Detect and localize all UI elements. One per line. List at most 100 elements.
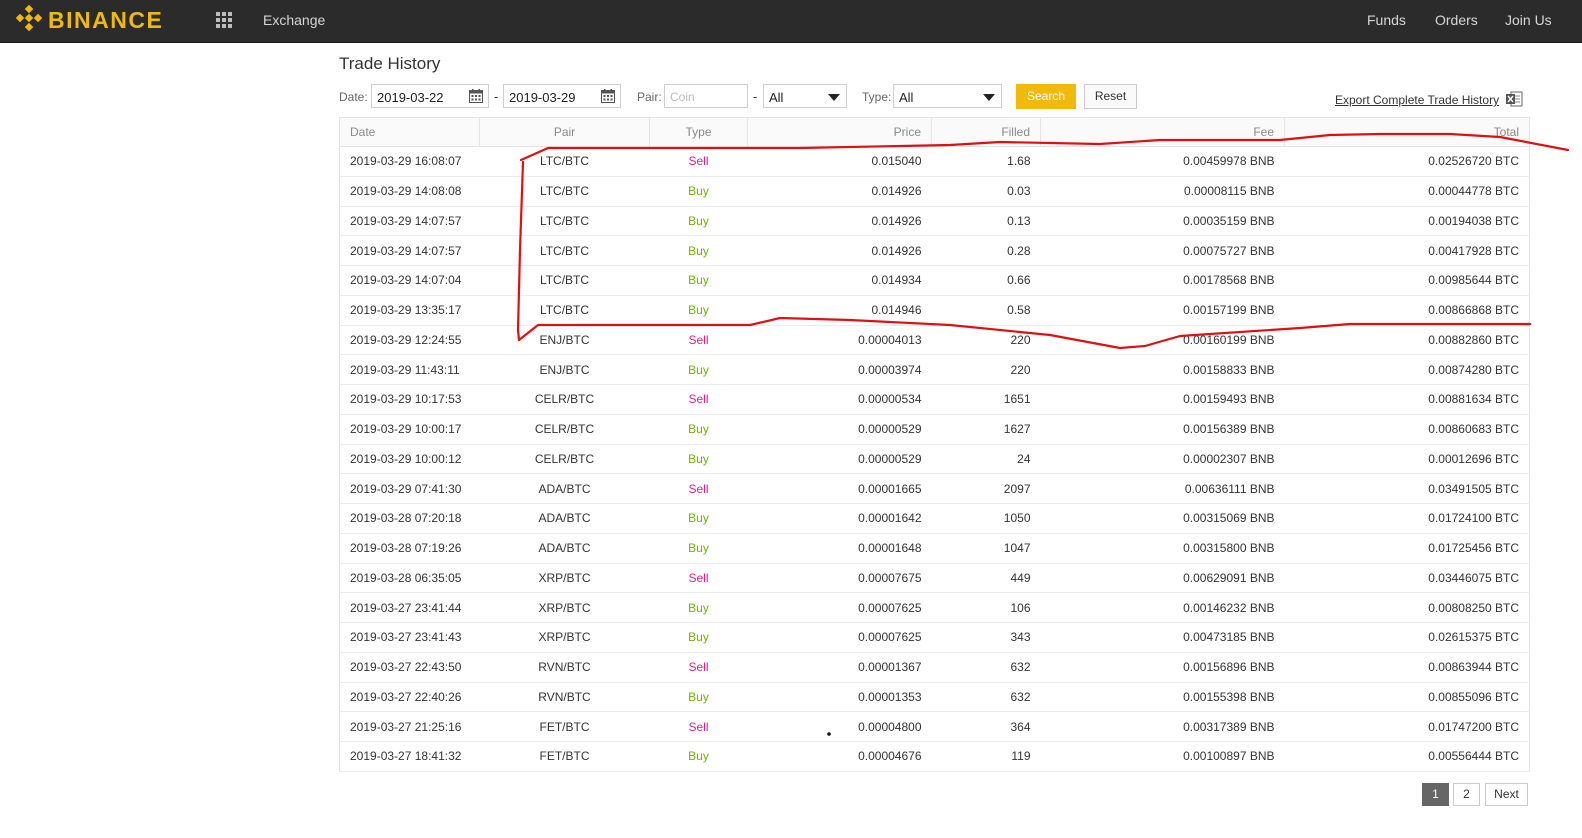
cell-total: 0.02526720 BTC <box>1284 146 1530 177</box>
cell-price: 0.014926 <box>747 235 932 266</box>
chevron-down-icon <box>828 94 840 101</box>
cell-filled: 1.68 <box>931 146 1041 177</box>
cell-total: 0.01725456 BTC <box>1284 533 1530 564</box>
cell-filled: 24 <box>931 444 1041 475</box>
cell-price: 0.00000529 <box>747 414 932 445</box>
cell-price: 0.014926 <box>747 176 932 207</box>
cell-type: Sell <box>649 473 748 504</box>
cell-price: 0.00004800 <box>747 711 932 742</box>
cell-fee: 0.00315800 BNB <box>1040 533 1285 564</box>
date-label: Date: <box>339 90 368 104</box>
column-header-fee[interactable]: Fee <box>1040 117 1285 147</box>
cell-filled: 0.66 <box>931 265 1041 296</box>
date-to-input[interactable]: 2019-03-29 <box>503 84 621 108</box>
cell-price: 0.00001353 <box>747 682 932 713</box>
apps-grid-icon[interactable] <box>215 11 233 29</box>
cell-pair: FET/BTC <box>479 741 650 772</box>
cell-pair: ADA/BTC <box>479 473 650 504</box>
column-header-pair[interactable]: Pair <box>479 117 650 147</box>
cell-pair: ADA/BTC <box>479 533 650 564</box>
cell-date: 2019-03-29 14:08:08 <box>339 176 480 207</box>
table-row: 2019-03-29 07:41:30 ADA/BTC Sell 0.00001665… <box>339 473 1530 504</box>
cell-price: 0.00003974 <box>747 354 932 385</box>
brand-logo[interactable]: BINANCE <box>14 4 163 36</box>
cell-date: 2019-03-29 14:07:04 <box>339 265 480 296</box>
date-from-input[interactable]: 2019-03-22 <box>371 84 489 108</box>
cell-type: Buy <box>649 235 748 266</box>
cell-filled: 220 <box>931 325 1041 356</box>
column-header-filled[interactable]: Filled <box>931 117 1041 147</box>
cell-fee: 0.00155398 BNB <box>1040 682 1285 713</box>
column-header-price[interactable]: Price <box>747 117 932 147</box>
table-header-row: Date Pair Type Price Filled Fee Total <box>339 117 1530 147</box>
reset-button[interactable]: Reset <box>1084 84 1137 109</box>
search-button[interactable]: Search <box>1016 84 1076 109</box>
table-row: 2019-03-29 10:00:12 CELR/BTC Buy 0.00000529… <box>339 444 1530 475</box>
export-trade-history-link[interactable]: Export Complete Trade History <box>1335 93 1499 107</box>
cell-filled: 220 <box>931 354 1041 385</box>
cell-type: Buy <box>649 176 748 207</box>
column-header-total[interactable]: Total <box>1284 117 1530 147</box>
nav-funds-link[interactable]: Funds <box>1367 12 1406 28</box>
cell-fee: 0.00035159 BNB <box>1040 206 1285 237</box>
cell-price: 0.00001642 <box>747 503 932 534</box>
nav-join-link[interactable]: Join Us <box>1505 12 1552 28</box>
cell-filled: 1651 <box>931 384 1041 415</box>
excel-icon[interactable] <box>1505 90 1523 108</box>
cell-fee: 0.00075727 BNB <box>1040 235 1285 266</box>
calendar-icon[interactable] <box>600 88 616 104</box>
cell-price: 0.015040 <box>747 146 932 177</box>
cell-date: 2019-03-27 21:25:16 <box>339 711 480 742</box>
cell-pair: CELR/BTC <box>479 414 650 445</box>
cell-total: 0.02615375 BTC <box>1284 622 1530 653</box>
pair-quote-select[interactable]: All <box>763 84 847 108</box>
cell-pair: LTC/BTC <box>479 295 650 326</box>
table-row: 2019-03-29 11:43:11 ENJ/BTC Buy 0.00003974 2… <box>339 354 1530 385</box>
type-select[interactable]: All <box>893 84 1002 108</box>
nav-orders-link[interactable]: Orders <box>1435 12 1478 28</box>
column-header-type[interactable]: Type <box>649 117 748 147</box>
page-button-1[interactable]: 1 <box>1422 783 1449 806</box>
cell-date: 2019-03-28 06:35:05 <box>339 563 480 594</box>
table-row: 2019-03-29 14:07:57 LTC/BTC Buy 0.014926 0.1… <box>339 206 1530 237</box>
cell-total: 0.00985644 BTC <box>1284 265 1530 296</box>
cell-total: 0.00860683 BTC <box>1284 414 1530 445</box>
cell-date: 2019-03-29 12:24:55 <box>339 325 480 356</box>
cell-date: 2019-03-29 10:00:12 <box>339 444 480 475</box>
cell-fee: 0.00159493 BNB <box>1040 384 1285 415</box>
cell-fee: 0.00100897 BNB <box>1040 741 1285 772</box>
cell-fee: 0.00459978 BNB <box>1040 146 1285 177</box>
calendar-icon[interactable] <box>468 88 484 104</box>
cell-total: 0.03446075 BTC <box>1284 563 1530 594</box>
table-row: 2019-03-28 07:20:18 ADA/BTC Buy 0.00001642 1… <box>339 503 1530 534</box>
cell-date: 2019-03-29 14:07:57 <box>339 235 480 266</box>
cell-type: Buy <box>649 354 748 385</box>
table-row: 2019-03-29 10:00:17 CELR/BTC Buy 0.00000529… <box>339 414 1530 445</box>
table-row: 2019-03-27 21:25:16 FET/BTC Sell 0.00004800… <box>339 711 1530 742</box>
page-button-2[interactable]: 2 <box>1453 783 1480 806</box>
cell-fee: 0.00160199 BNB <box>1040 325 1285 356</box>
cell-price: 0.00007625 <box>747 622 932 653</box>
pair-coin-input[interactable]: Coin <box>664 84 748 108</box>
cell-price: 0.00001367 <box>747 652 932 683</box>
cell-fee: 0.00315069 BNB <box>1040 503 1285 534</box>
cell-price: 0.00004676 <box>747 741 932 772</box>
cell-pair: CELR/BTC <box>479 384 650 415</box>
cell-pair: ADA/BTC <box>479 503 650 534</box>
nav-exchange-link[interactable]: Exchange <box>263 12 325 28</box>
cell-total: 0.00882860 BTC <box>1284 325 1530 356</box>
trade-history-table: Date Pair Type Price Filled Fee Total 20… <box>339 117 1530 772</box>
cell-total: 0.01724100 BTC <box>1284 503 1530 534</box>
cell-fee: 0.00157199 BNB <box>1040 295 1285 326</box>
cell-fee: 0.00317389 BNB <box>1040 711 1285 742</box>
page-title: Trade History <box>339 54 441 73</box>
column-header-date[interactable]: Date <box>339 117 480 147</box>
table-row: 2019-03-27 22:43:50 RVN/BTC Sell 0.00001367… <box>339 652 1530 683</box>
cell-pair: LTC/BTC <box>479 146 650 177</box>
cell-date: 2019-03-27 22:43:50 <box>339 652 480 683</box>
cell-type: Buy <box>649 206 748 237</box>
next-page-button[interactable]: Next <box>1485 783 1528 806</box>
cell-total: 0.00012696 BTC <box>1284 444 1530 475</box>
table-row: 2019-03-29 14:07:57 LTC/BTC Buy 0.014926 0.2… <box>339 235 1530 266</box>
table-row: 2019-03-29 12:24:55 ENJ/BTC Sell 0.00004013… <box>339 325 1530 356</box>
